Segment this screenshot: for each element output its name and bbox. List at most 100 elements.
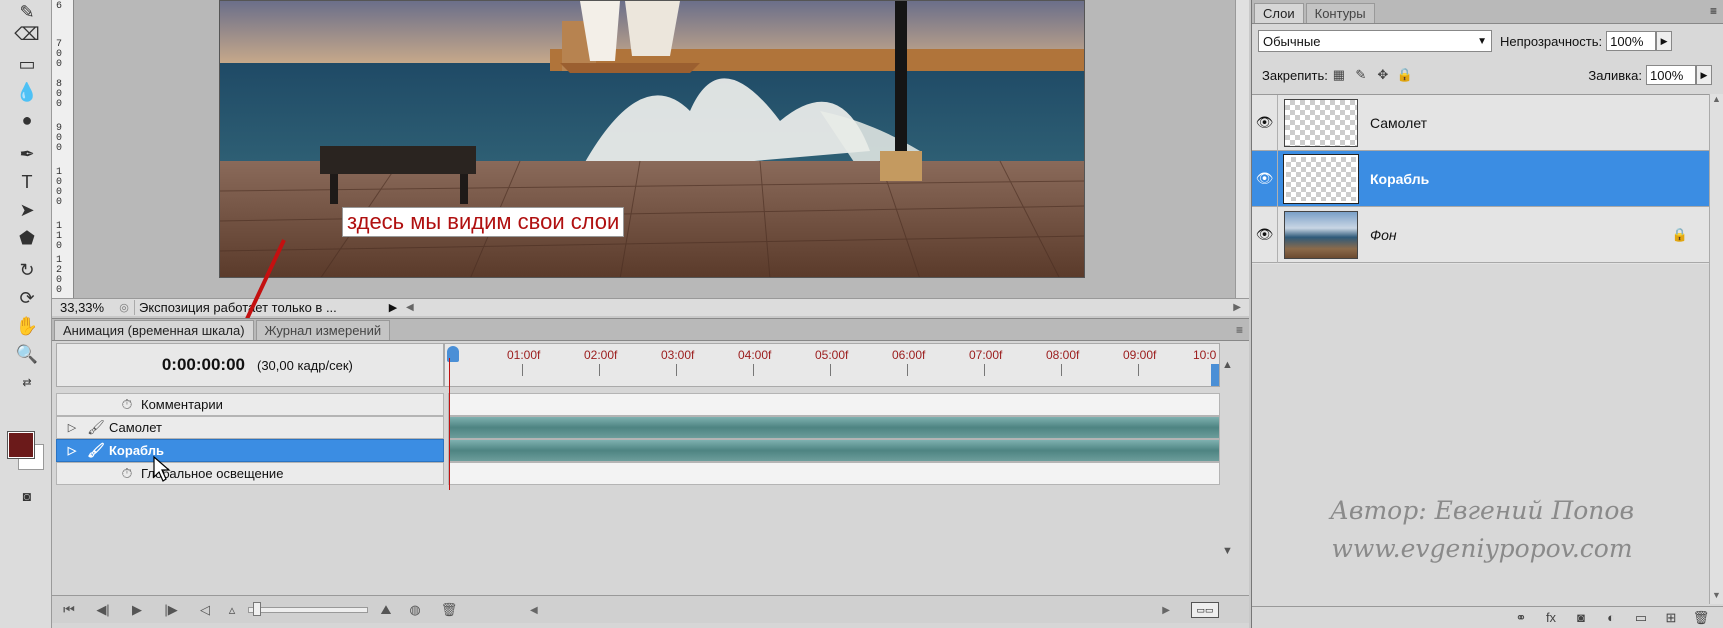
document-vertical-scrollbar[interactable]	[1235, 0, 1249, 298]
tab-paths[interactable]: Контуры	[1305, 3, 1375, 23]
shape-tool-icon[interactable]: ⬟	[12, 226, 42, 250]
swap-colors-icon[interactable]: ⇄	[12, 370, 42, 394]
scroll-left-icon[interactable]: ◀	[530, 605, 538, 617]
layer-item-samolet[interactable]: 👁 Самолет	[1252, 94, 1710, 151]
layer-name: Фон	[1370, 226, 1397, 243]
delete-keyframe-icon[interactable]: 🗑	[432, 602, 466, 618]
track-label: ⏱ Комментарии	[56, 393, 444, 416]
blur-tool-icon[interactable]: 💧	[12, 80, 42, 104]
adjustment-layer-icon[interactable]: ◐	[1596, 610, 1626, 625]
scroll-right-icon[interactable]: ▶	[1233, 302, 1241, 313]
track-comments[interactable]: ⏱ Комментарии	[56, 393, 1220, 416]
blend-mode-select[interactable]: Обычные ▼	[1258, 30, 1492, 52]
status-info-icon[interactable]: ◎	[114, 301, 134, 314]
layer-item-fon[interactable]: 👁 Фон 🔒	[1252, 206, 1710, 263]
track-bar[interactable]	[448, 462, 1220, 485]
track-layer-korabl[interactable]: ▷ 🖌 Корабль	[56, 439, 1220, 462]
timeline-zoom-thumb[interactable]	[253, 601, 261, 616]
fill-slider-arrow-icon[interactable]: ▶	[1696, 65, 1712, 85]
type-tool-icon[interactable]: T	[12, 170, 42, 194]
fill-input[interactable]: 100%	[1646, 65, 1696, 85]
layers-menu-icon[interactable]: ≡	[1710, 4, 1717, 18]
zoom-out-mountain-icon[interactable]: ▵	[222, 602, 242, 618]
layer-style-fx-icon[interactable]: fx	[1536, 610, 1566, 625]
tab-layers[interactable]: Слои	[1254, 3, 1304, 23]
timeline-horizontal-scrollbar[interactable]: ◀ ▶	[530, 605, 1170, 617]
lock-image-pixels-icon[interactable]: ✎	[1350, 67, 1372, 83]
delete-layer-icon[interactable]: 🗑	[1686, 610, 1716, 626]
zoom-tool-icon[interactable]: 🔍	[12, 342, 42, 366]
audio-icon[interactable]: ◁	[188, 602, 222, 618]
document-horizontal-scrollbar[interactable]: ◀ ▶	[402, 301, 1245, 315]
history-brush-tool-icon[interactable]: ✎	[12, 0, 42, 24]
hand-tool-icon[interactable]: ✋	[12, 314, 42, 338]
time-tick-label: 03:00f	[661, 348, 695, 362]
track-global-lighting[interactable]: ⏱ Глобальное освещение	[56, 462, 1220, 485]
panel-menu-icon[interactable]: ≡	[1236, 323, 1243, 337]
new-layer-icon[interactable]: ⊞	[1656, 610, 1686, 626]
dodge-tool-icon[interactable]: ●	[12, 108, 42, 132]
scroll-right-icon[interactable]: ▶	[1162, 605, 1170, 617]
work-area-end-handle[interactable]	[1211, 364, 1219, 386]
zoom-level[interactable]: 33,33%	[52, 300, 114, 315]
eraser-tool-icon[interactable]: ⌫	[12, 22, 42, 46]
animation-tabs: Анимация (временная шкала) Журнал измере…	[52, 319, 1249, 341]
3d-orbit-tool-icon[interactable]: ⟳	[12, 286, 42, 310]
scroll-left-icon[interactable]: ◀	[406, 302, 414, 313]
playhead-line	[449, 358, 450, 490]
expand-triangle-icon[interactable]: ▷	[61, 421, 83, 434]
first-frame-icon[interactable]: ⏮	[52, 602, 86, 618]
ruler-mark: 0	[56, 59, 63, 70]
opacity-slider-arrow-icon[interactable]: ▶	[1656, 31, 1673, 51]
layers-tabs: Слои Контуры ≡	[1252, 0, 1723, 24]
current-time-display: 0:00:00:00 (30,00 кадр/сек)	[56, 343, 444, 387]
time-tick	[676, 364, 677, 376]
scroll-up-icon[interactable]: ▲	[1710, 94, 1723, 104]
time-tick-label: 08:00f	[1046, 348, 1080, 362]
lock-all-icon[interactable]: 🔒	[1394, 67, 1416, 83]
convert-to-frames-icon[interactable]: ▭▭	[1191, 602, 1219, 618]
play-icon[interactable]: ▶	[120, 602, 154, 618]
quick-mask-icon[interactable]: ◙	[12, 484, 42, 508]
current-time[interactable]: 0:00:00:00	[57, 355, 257, 375]
time-tick	[1061, 364, 1062, 376]
track-bar[interactable]	[448, 393, 1220, 416]
layers-vertical-scrollbar[interactable]: ▲ ▼	[1709, 94, 1723, 604]
gradient-tool-icon[interactable]: ▭	[12, 52, 42, 76]
timeline-vertical-scrollbar[interactable]: ▲ ▼	[1222, 359, 1242, 559]
status-menu-arrow-icon[interactable]: ▶	[384, 301, 402, 314]
layer-duration-bar[interactable]	[448, 439, 1220, 462]
lock-position-icon[interactable]: ✥	[1372, 67, 1394, 83]
link-layers-icon[interactable]: ⚭	[1506, 610, 1536, 626]
scroll-down-icon[interactable]: ▼	[1222, 545, 1233, 557]
layer-duration-bar[interactable]	[448, 416, 1220, 439]
time-ruler[interactable]: 01:00f 02:00f 03:00f 04:00f 05:00f 06:00…	[444, 343, 1220, 387]
path-selection-tool-icon[interactable]: ➤	[12, 198, 42, 222]
visibility-eye-icon[interactable]: 👁	[1252, 206, 1278, 263]
3d-rotate-tool-icon[interactable]: ↻	[12, 258, 42, 282]
layer-item-korabl[interactable]: 👁 Корабль	[1252, 150, 1710, 207]
scroll-up-icon[interactable]: ▲	[1222, 359, 1233, 371]
pen-tool-icon[interactable]: ✒	[12, 142, 42, 166]
previous-frame-icon[interactable]: ◀|	[86, 602, 120, 618]
tab-animation-timeline[interactable]: Анимация (временная шкала)	[54, 320, 254, 340]
onion-skin-icon[interactable]: ◍	[398, 602, 432, 618]
tab-measurement-log[interactable]: Журнал измерений	[255, 320, 391, 340]
watermark-url: www.evgeniypopov.com	[1331, 534, 1633, 563]
next-frame-icon[interactable]: |▶	[154, 602, 188, 618]
visibility-eye-icon[interactable]: 👁	[1252, 150, 1278, 207]
opacity-input[interactable]: 100%	[1606, 31, 1657, 51]
track-layer-samolet[interactable]: ▷ 🖌 Самолет	[56, 416, 1220, 439]
visibility-eye-icon[interactable]: 👁	[1252, 94, 1278, 151]
stopwatch-icon[interactable]: ⏱	[113, 396, 141, 413]
foreground-color-swatch[interactable]	[7, 431, 35, 459]
lock-transparency-icon[interactable]: ▦	[1328, 67, 1350, 83]
zoom-in-mountain-icon[interactable]: ⛰	[374, 602, 398, 618]
expand-triangle-icon[interactable]: ▷	[61, 444, 83, 457]
stopwatch-icon[interactable]: ⏱	[113, 465, 141, 482]
timeline-zoom-slider[interactable]	[248, 601, 368, 616]
layer-name: Самолет	[1370, 114, 1428, 131]
add-mask-icon[interactable]: ◙	[1566, 610, 1596, 625]
new-group-icon[interactable]: ▭	[1626, 610, 1656, 626]
scroll-down-icon[interactable]: ▼	[1710, 590, 1723, 600]
